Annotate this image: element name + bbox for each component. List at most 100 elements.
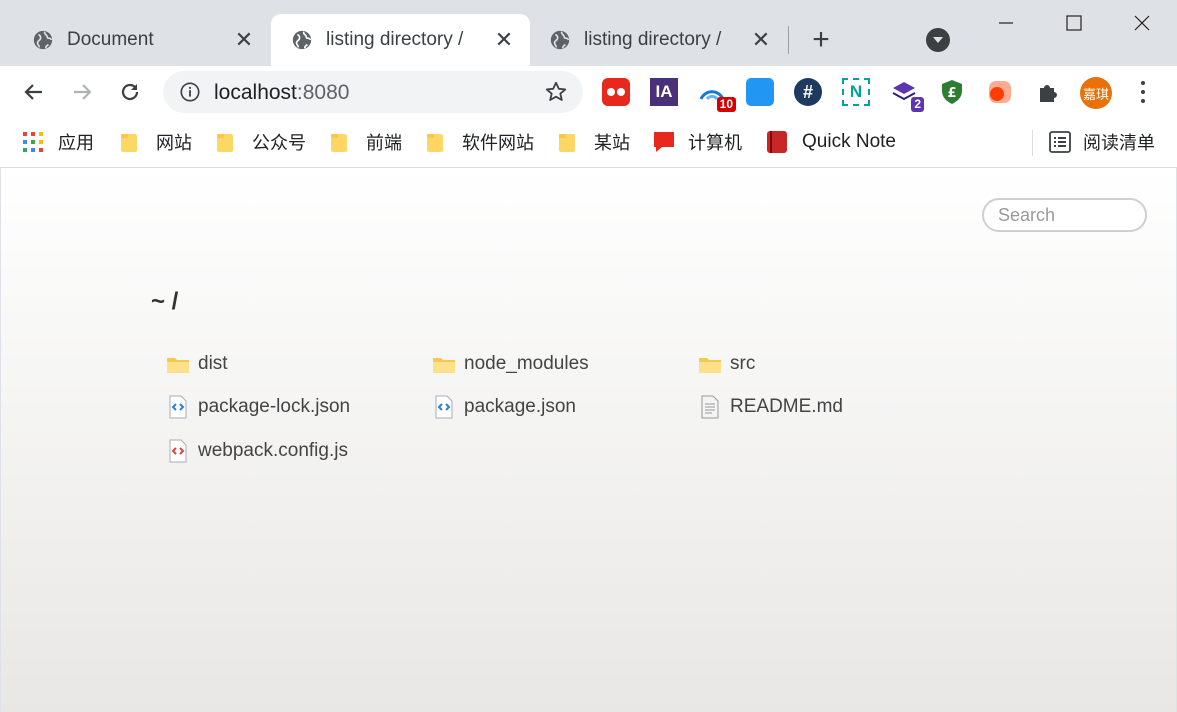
tab-title: Document: [67, 29, 154, 50]
fast-ext-icon[interactable]: 10: [698, 78, 736, 112]
orange-ext-icon[interactable]: [986, 78, 1014, 106]
bookmark-label: 计算机: [688, 133, 742, 154]
arrow-left-icon: [24, 84, 42, 100]
address-bar[interactable]: localhost:8080: [163, 71, 583, 113]
close-icon[interactable]: ✕: [749, 27, 773, 52]
bookmarks-bar: 应用 网站 公众号 前端 软件网站 某站 计算机 Quick Note 阅读清单: [0, 118, 1177, 168]
extensions-icon: [1040, 85, 1057, 102]
bookmark-folder[interactable]: 软件网站: [426, 128, 534, 156]
tab-document[interactable]: Document ✕: [12, 14, 270, 66]
folder-icon: [167, 358, 189, 373]
tab-search-icon[interactable]: [926, 28, 950, 52]
close-icon: [1134, 15, 1150, 31]
red-note-icon: [654, 132, 674, 152]
search-input[interactable]: [982, 198, 1147, 232]
tracking-ext-icon[interactable]: [602, 78, 630, 106]
minimize-icon: [999, 22, 1013, 24]
bookmark-computer[interactable]: 计算机: [652, 128, 742, 156]
maximize-icon: [1066, 15, 1082, 31]
globe-icon: [550, 30, 570, 50]
bookmark-folder[interactable]: 公众号: [216, 128, 306, 156]
file-name: package.json: [464, 396, 576, 417]
json-file-icon: [169, 395, 187, 419]
bookmark-apps[interactable]: 应用: [22, 128, 94, 156]
shield-icon: £: [942, 80, 962, 104]
blob-icon: [989, 81, 1011, 103]
url-text[interactable]: localhost:8080: [214, 81, 349, 105]
avatar[interactable]: 嘉琪: [1080, 77, 1112, 109]
badge-count: 10: [716, 97, 736, 112]
tab-title: listing directory /: [326, 29, 464, 50]
folder-icon: [699, 358, 721, 373]
hash-label: #: [802, 81, 813, 102]
url-port: :8080: [296, 81, 350, 104]
n-ext-icon[interactable]: N: [842, 78, 870, 106]
title-bar: Document ✕ listing directory / ✕ listing…: [0, 0, 1177, 66]
bookmark-label: Quick Note: [802, 131, 896, 152]
svg-text:£: £: [947, 86, 956, 101]
bookmark-label: 前端: [366, 133, 402, 154]
file-item-src[interactable]: src: [698, 349, 755, 379]
js-file-icon: [169, 439, 187, 463]
arrow-right-icon: [74, 84, 92, 100]
page-content: ~ / dist node_modules src package-lock.j…: [1, 168, 1176, 712]
file-item-dist[interactable]: dist: [166, 349, 228, 379]
file-name: node_modules: [464, 353, 589, 374]
bookmark-folder[interactable]: 前端: [330, 128, 402, 156]
reading-list-icon: [1049, 131, 1071, 153]
folder-icon: [331, 134, 347, 152]
bookmark-label: 某站: [594, 133, 630, 154]
bookmark-folder[interactable]: 网站: [120, 128, 192, 156]
shield-ext-icon[interactable]: £: [938, 78, 966, 106]
hashnode-ext-icon[interactable]: #: [794, 78, 822, 106]
file-item-webpack-config[interactable]: webpack.config.js: [166, 436, 348, 466]
tab-title: listing directory /: [584, 29, 722, 50]
file-name: src: [730, 353, 756, 374]
file-name: package-lock.json: [198, 396, 351, 417]
browser-toolbar: localhost:8080 IA 10 # N 2 £ 嘉琪: [0, 66, 1177, 118]
ia-ext-icon[interactable]: IA: [650, 78, 678, 106]
globe-icon: [33, 30, 53, 50]
json-file-icon: [435, 395, 453, 419]
notebook-icon: [767, 131, 787, 153]
file-item-package-json[interactable]: package.json: [432, 392, 576, 422]
tab-listing-directory-active[interactable]: listing directory / ✕: [271, 14, 530, 66]
bookmark-folder[interactable]: 某站: [558, 128, 630, 156]
page-title: ~ /: [151, 288, 179, 315]
puzzle-icon[interactable]: [1034, 78, 1062, 106]
dots-icon: [607, 88, 625, 96]
text-file-icon: [701, 395, 719, 419]
file-item-node-modules[interactable]: node_modules: [432, 349, 589, 379]
forward-button[interactable]: [66, 76, 98, 108]
close-icon[interactable]: ✕: [232, 27, 256, 52]
menu-icon[interactable]: [1131, 78, 1155, 106]
folder-icon: [121, 134, 137, 152]
info-icon[interactable]: [179, 81, 201, 103]
n-label: N: [849, 82, 863, 101]
bookmark-quick-note[interactable]: Quick Note: [766, 128, 896, 156]
file-item-package-lock[interactable]: package-lock.json: [166, 392, 350, 422]
reading-list-button[interactable]: 阅读清单: [1049, 128, 1155, 156]
bookmark-label: 软件网站: [462, 133, 534, 154]
close-window-button[interactable]: [1122, 6, 1162, 40]
folder-icon: [427, 134, 443, 152]
blue-ext-icon[interactable]: [746, 78, 774, 106]
minimize-button[interactable]: [986, 6, 1026, 40]
stack-ext-icon[interactable]: 2: [890, 78, 924, 112]
new-tab-button[interactable]: +: [806, 23, 836, 56]
url-host: localhost: [214, 81, 297, 104]
apps-grid-icon: [23, 132, 43, 152]
ia-label: IA: [655, 82, 673, 101]
avatar-text: 嘉琪: [1082, 87, 1109, 103]
file-item-readme[interactable]: README.md: [698, 392, 843, 422]
star-icon[interactable]: [544, 80, 568, 104]
reload-button[interactable]: [114, 76, 146, 108]
close-icon[interactable]: ✕: [492, 27, 516, 52]
maximize-button[interactable]: [1054, 6, 1094, 40]
bookmark-label: 应用: [58, 133, 94, 154]
file-name: webpack.config.js: [198, 440, 348, 461]
back-button[interactable]: [18, 76, 50, 108]
file-name: dist: [198, 353, 228, 374]
tab-listing-directory[interactable]: listing directory / ✕: [529, 14, 787, 66]
folder-icon: [433, 358, 455, 373]
